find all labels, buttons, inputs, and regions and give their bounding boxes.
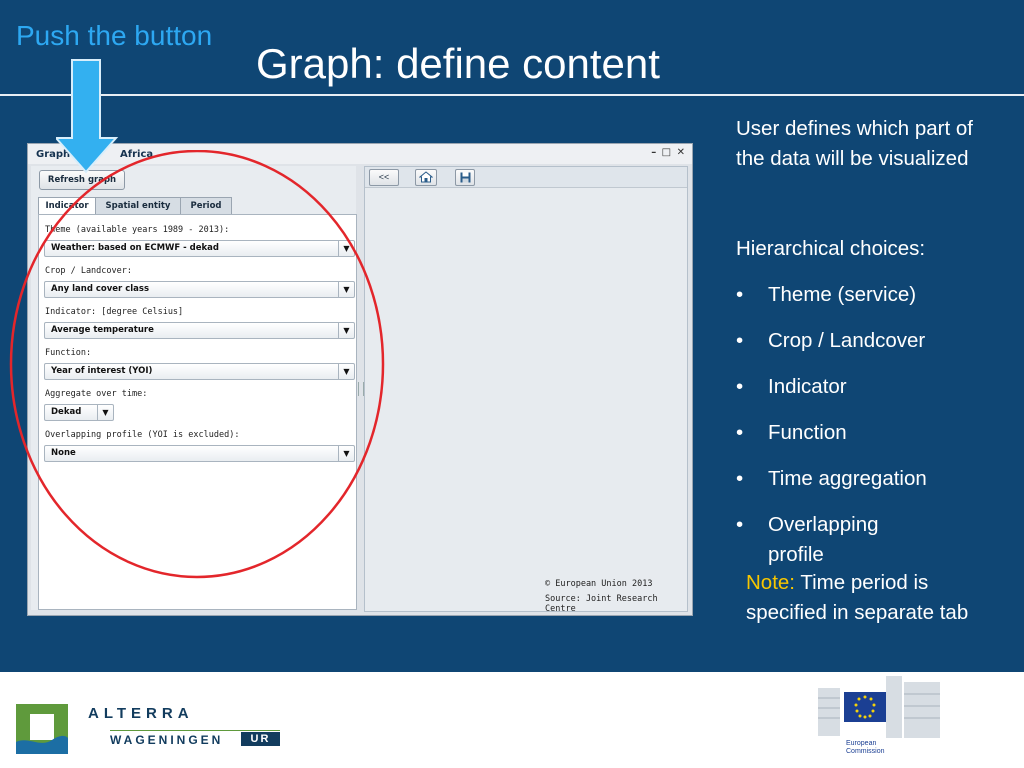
intro-text: User defines which part of the data will… <box>736 117 974 170</box>
graph-toolbar: << <box>365 167 687 188</box>
bullet-theme: Theme (service) <box>768 283 917 306</box>
bullet-marker: • <box>736 421 744 444</box>
ur-badge: UR <box>241 732 280 746</box>
wageningen-wordmark: WAGENINGEN <box>110 733 224 747</box>
ec-line-2: Commission <box>846 748 885 755</box>
title-divider <box>0 94 1024 96</box>
graph-panel: << © European Union 2013 Source: Joint R… <box>364 166 688 614</box>
window-controls[interactable]: – □ ✕ <box>651 147 686 158</box>
save-icon[interactable] <box>455 169 475 186</box>
bullet-marker: • <box>736 375 744 398</box>
bullet-marker: • <box>736 467 744 490</box>
footer: ALTERRA WAGENINGEN UR European Commissio… <box>0 672 1024 768</box>
bullet-crop: Crop / Landcover <box>768 329 926 352</box>
bullet-function: Function <box>768 421 847 444</box>
source-line: Source: Joint Research Centre <box>545 594 658 614</box>
bullet-marker: • <box>736 513 744 536</box>
alterra-wordmark: ALTERRA <box>88 705 194 722</box>
ec-label: European Commission <box>846 740 885 756</box>
ec-line-1: European <box>846 740 877 747</box>
bullet-overlapping-profile: Overlapping profile <box>768 513 879 566</box>
bullet-marker: • <box>736 283 744 306</box>
copyright-line: © European Union 2013 <box>545 579 653 589</box>
bullet-time-aggregation: Time aggregation <box>768 467 927 490</box>
bullet-marker: • <box>736 329 744 352</box>
home-icon[interactable] <box>415 169 437 186</box>
slide: Push the button Graph: define content Gr… <box>0 0 1024 672</box>
note-label: Note: <box>746 571 795 594</box>
alterra-logo-icon <box>16 704 68 754</box>
note-text: Note: Time period is specified in separa… <box>746 568 1006 628</box>
hierarchical-heading: Hierarchical choices: <box>736 237 926 260</box>
slide-title: Graph: define content <box>256 40 660 87</box>
highlight-oval <box>9 150 385 579</box>
push-button-annotation: Push the button <box>16 20 213 51</box>
bullet-indicator: Indicator <box>768 375 847 398</box>
logo-rule <box>110 730 280 731</box>
down-arrow-icon <box>56 59 119 174</box>
